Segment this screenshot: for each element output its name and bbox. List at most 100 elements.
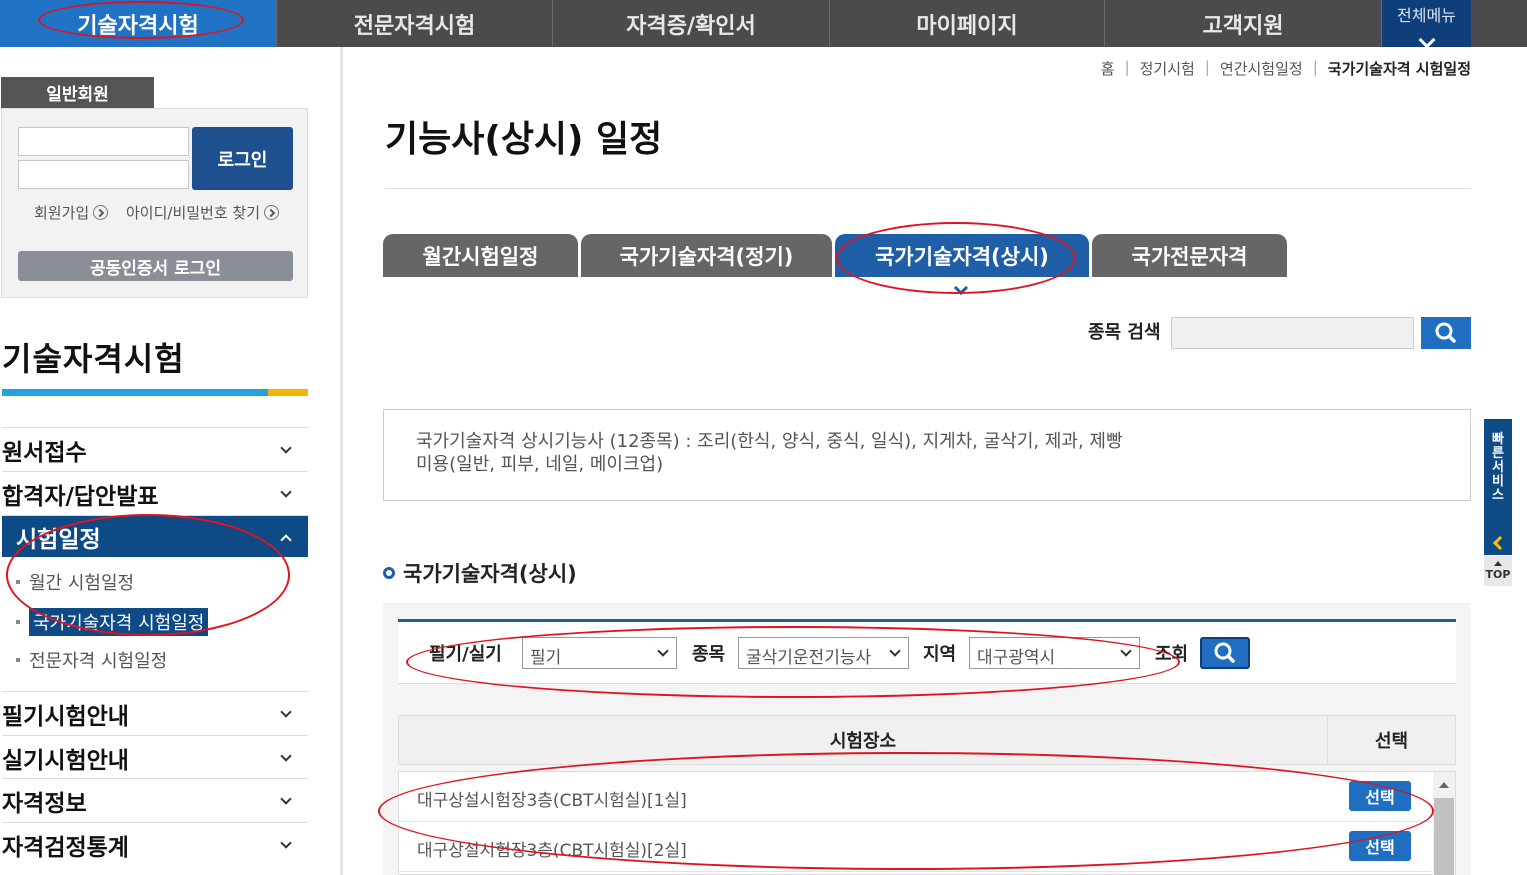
place-cell: 대구상설시험장3층(CBT시험실)[2실]	[417, 841, 687, 861]
breadcrumb-separator: |	[1204, 58, 1210, 76]
chevron-left-icon[interactable]	[1484, 531, 1512, 555]
password-input[interactable]	[18, 160, 189, 189]
sidebar-item-schedule[interactable]: 시험일정	[2, 515, 308, 557]
type-label: 필기/실기	[429, 644, 502, 665]
type-select[interactable]: 필기	[522, 637, 677, 669]
sub-item-monthly[interactable]: 월간 시험일정	[16, 569, 134, 595]
sidebar-item-statistics[interactable]: 자격검정통계	[2, 822, 308, 866]
login-button[interactable]: 로그인	[192, 127, 293, 190]
sidebar-item-results[interactable]: 합격자/답안발표	[2, 471, 308, 515]
breadcrumb: 홈 | 정기시험 | 연간시험일정 | 국가기술자격 시험일정	[1101, 58, 1471, 79]
item-select[interactable]: 굴삭기운전기능사	[738, 637, 909, 669]
sidebar-item-written-guide[interactable]: 필기시험안내	[2, 691, 308, 735]
search-icon	[1435, 322, 1456, 343]
search-icon	[1214, 642, 1235, 663]
section-title: 국가기술자격(상시)	[383, 558, 577, 588]
breadcrumb-regular[interactable]: 정기시험	[1140, 58, 1195, 79]
breadcrumb-home[interactable]: 홈	[1101, 58, 1115, 79]
sidebar-item-label: 필기시험안내	[2, 703, 129, 730]
sub-item-label: 전문자격 시험일정	[29, 651, 168, 672]
chevron-down-icon	[1418, 31, 1435, 49]
search-label: 종목 검색	[1088, 322, 1161, 343]
tab-national-continuous[interactable]: 국가기술자격(상시)	[835, 234, 1089, 277]
scroll-up-icon[interactable]	[1439, 782, 1449, 788]
query-button[interactable]	[1200, 637, 1250, 669]
sidebar-item-qualification-info[interactable]: 자격정보	[2, 778, 308, 822]
info-line: 국가기술자격 상시기능사 (12종목) : 조리(한식, 양식, 중식, 일식)…	[416, 431, 1123, 452]
tab-national-regular[interactable]: 국가기술자격(정기)	[581, 234, 832, 277]
info-line: 미용(일반, 피부, 네일, 메이크업)	[416, 454, 664, 475]
table-body: 대구상설시험장3층(CBT시험실)[1실] 선택 대구상설시험장3층(CBT시험…	[398, 771, 1456, 875]
top-label: TOP	[1485, 568, 1511, 581]
chevron-up-icon	[280, 534, 292, 546]
column-header-select: 선택	[1374, 731, 1409, 752]
region-select[interactable]: 대구광역시	[969, 637, 1140, 669]
nav-customer-support[interactable]: 고객지원	[1105, 0, 1382, 47]
table-header: 시험장소 선택	[398, 715, 1456, 765]
nav-mypage[interactable]: 마이페이지	[830, 0, 1105, 47]
sidebar-item-label: 원서접수	[2, 439, 87, 466]
chevron-down-icon	[280, 486, 292, 498]
chevron-down-icon	[280, 442, 292, 454]
id-input[interactable]	[18, 127, 189, 156]
table-row: 대구상설시험장3층(CBT시험실)[2실] 선택	[399, 822, 1431, 872]
breadcrumb-separator: |	[1312, 58, 1318, 76]
quick-service-button[interactable]: 빠른서비스	[1484, 419, 1512, 531]
all-menu-label: 전체메뉴	[1397, 6, 1456, 25]
chevron-down-icon	[280, 837, 292, 849]
select-button[interactable]: 선택	[1349, 781, 1411, 811]
breadcrumb-current: 국가기술자격 시험일정	[1327, 60, 1471, 78]
chevron-down-icon	[280, 706, 292, 718]
breadcrumb-separator: |	[1124, 58, 1130, 76]
certificate-login-button[interactable]: 공동인증서 로그인	[18, 251, 293, 281]
find-account-link[interactable]: 아이디/비밀번호 찾기	[126, 202, 280, 223]
quick-service-label: 빠른서비스	[1492, 432, 1504, 503]
select-button[interactable]: 선택	[1349, 831, 1411, 861]
column-divider	[340, 47, 343, 875]
chevron-down-icon	[1120, 645, 1132, 657]
nav-certificate[interactable]: 자격증/확인서	[553, 0, 830, 47]
search-button[interactable]	[1421, 317, 1471, 349]
chevron-down-icon	[657, 645, 669, 657]
section-title-text: 국가기술자격(상시)	[403, 562, 577, 586]
table-row: 대구상설시험장3층(CBT시험실)[1실] 선택	[399, 772, 1431, 822]
region-label: 지역	[923, 644, 957, 665]
sub-item-professional[interactable]: 전문자격 시험일정	[16, 647, 167, 673]
sidebar-item-application[interactable]: 원서접수	[2, 427, 308, 471]
tab-monthly[interactable]: 월간시험일정	[383, 234, 578, 277]
sidebar-item-label: 자격정보	[2, 790, 87, 817]
query-label: 조회	[1155, 644, 1189, 665]
breadcrumb-annual[interactable]: 연간시험일정	[1220, 58, 1303, 79]
find-account-label: 아이디/비밀번호 찾기	[126, 204, 261, 222]
sidebar-title: 기술자격시험	[2, 340, 185, 378]
arrow-right-icon	[93, 205, 109, 220]
bullet-ring-icon	[383, 567, 395, 579]
title-divider	[385, 188, 1471, 189]
nav-professional-exam[interactable]: 전문자격시험	[277, 0, 553, 47]
item-search-input[interactable]	[1171, 317, 1414, 349]
item-select-value: 굴삭기운전기능사	[746, 648, 872, 668]
login-box: 로그인 회원가입 아이디/비밀번호 찾기 공동인증서 로그인	[1, 108, 308, 298]
all-menu-button[interactable]: 전체메뉴	[1382, 0, 1471, 49]
sidebar-item-label: 시험일정	[16, 526, 101, 553]
sidebar-item-label: 합격자/답안발표	[2, 483, 159, 510]
table-scrollbar[interactable]	[1433, 772, 1455, 875]
top-button[interactable]: TOP	[1484, 556, 1512, 586]
chevron-down-icon	[280, 750, 292, 762]
column-header-place: 시험장소	[399, 716, 1328, 764]
place-cell: 대구상설시험장3층(CBT시험실)[1실]	[417, 791, 687, 811]
tab-professional[interactable]: 국가전문자격	[1092, 234, 1287, 277]
signup-label: 회원가입	[34, 204, 90, 222]
sidebar-item-practical-guide[interactable]: 실기시험안내	[2, 735, 308, 779]
sub-item-label: 국가기술자격 시험일정	[29, 608, 209, 636]
signup-link[interactable]: 회원가입	[34, 202, 109, 223]
sub-item-label: 월간 시험일정	[29, 573, 135, 594]
title-underline	[2, 389, 268, 396]
nav-tech-exam[interactable]: 기술자격시험	[0, 0, 277, 47]
item-label: 종목	[692, 644, 726, 665]
sidebar-item-label: 실기시험안내	[2, 747, 129, 774]
title-underline-accent	[268, 389, 308, 396]
scroll-thumb[interactable]	[1434, 798, 1454, 875]
member-tab[interactable]: 일반회원	[1, 77, 154, 108]
sub-item-national-tech[interactable]: 국가기술자격 시험일정	[16, 608, 209, 636]
